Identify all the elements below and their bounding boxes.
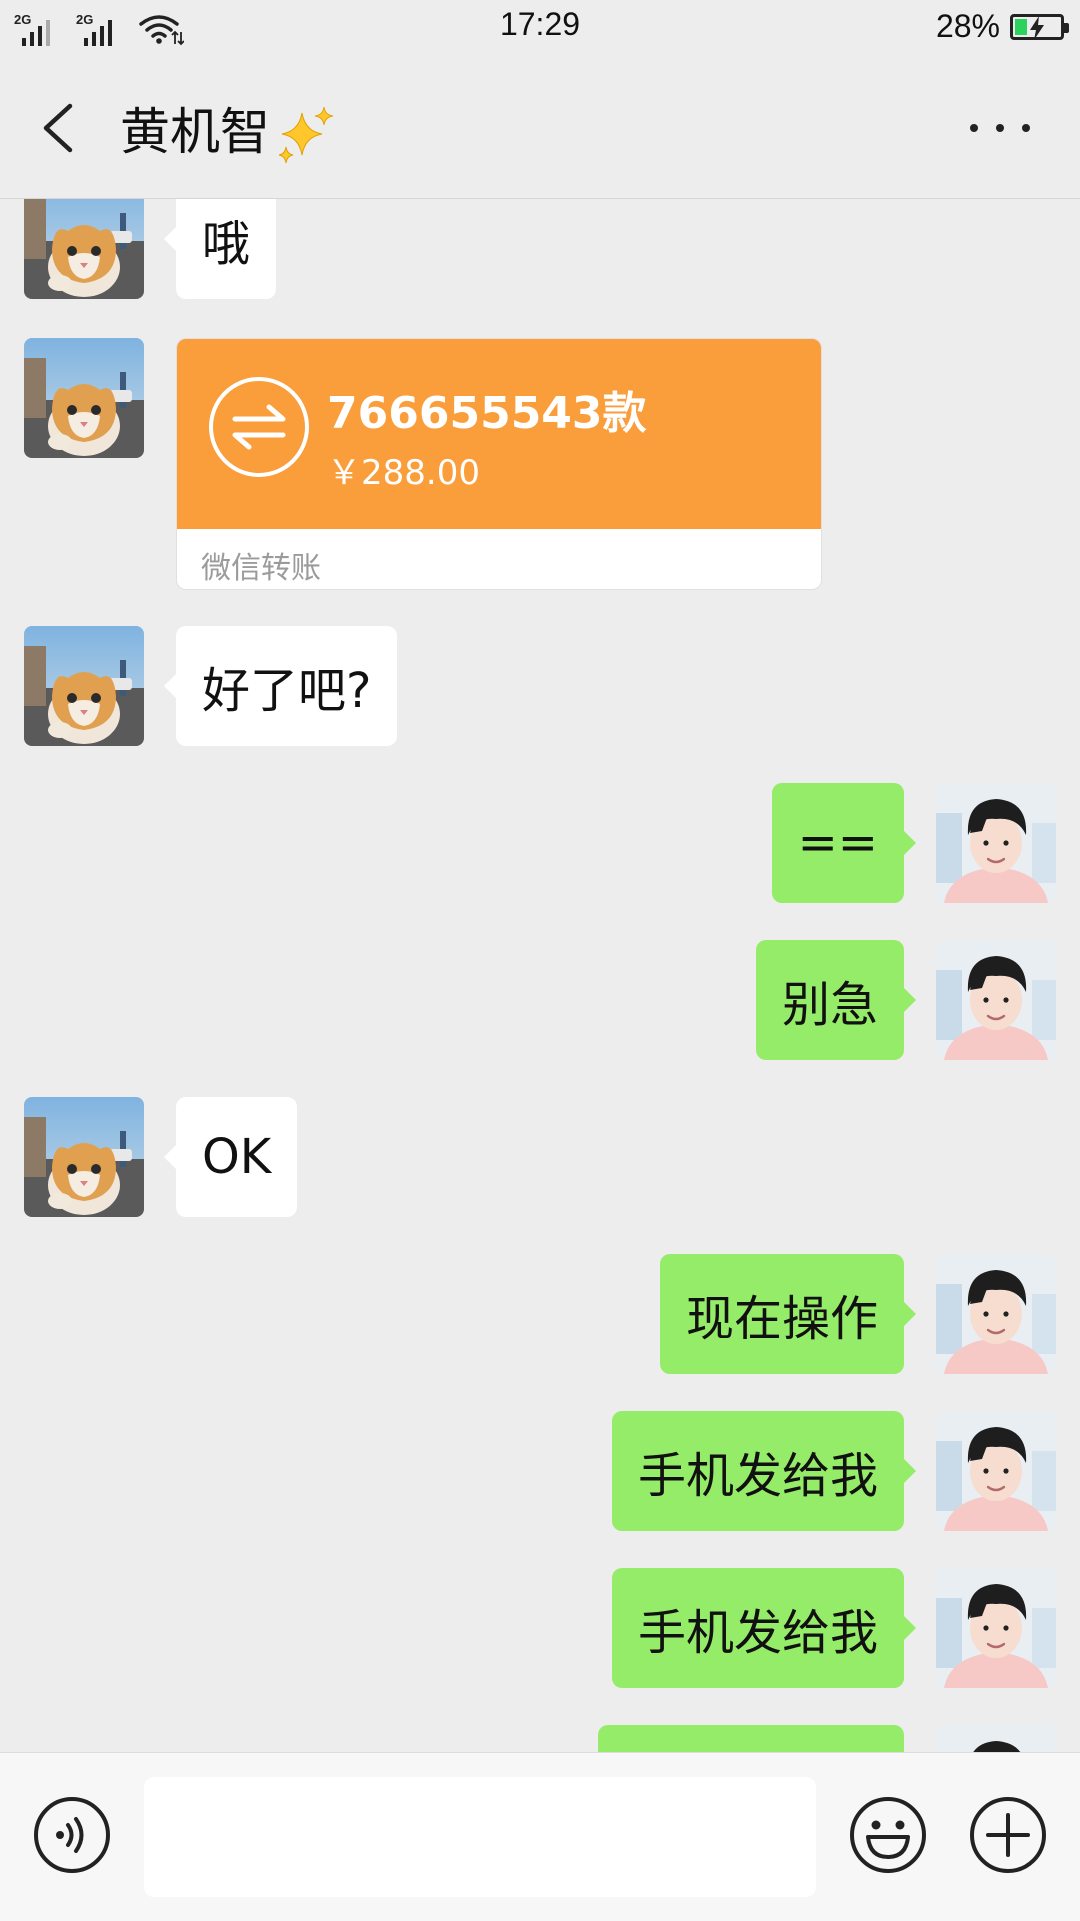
emoji-icon[interactable] (848, 1795, 928, 1875)
message-bubble[interactable]: == (771, 783, 917, 903)
chevron-left-icon[interactable] (36, 98, 84, 158)
charging-bolt-icon (1030, 15, 1044, 40)
input-bar (0, 1752, 1080, 1921)
chat-title[interactable]: 黄机智 (120, 92, 338, 167)
transfer-card[interactable]: 766655543款 ￥288.00 微信转账 (176, 338, 822, 590)
sparkles-emoji-icon (278, 106, 334, 163)
message-bubble[interactable]: 好了吧? (163, 626, 398, 746)
transfer-note: 766655543款 (327, 388, 647, 439)
battery-area: 28% (935, 8, 1069, 45)
message-bubble[interactable] (598, 1725, 904, 1752)
message-bubble[interactable]: 现在操作 (659, 1254, 917, 1374)
message-input[interactable] (144, 1777, 816, 1897)
battery-level-fill (1015, 18, 1027, 35)
cat-avatar[interactable] (24, 338, 144, 458)
transfer-label: 微信转账 (201, 551, 321, 586)
message-bubble[interactable]: 手机发给我 (611, 1568, 917, 1688)
more-dots-icon[interactable] (970, 118, 1030, 138)
clock: 17:29 (499, 6, 581, 42)
boy-avatar[interactable] (936, 1254, 1056, 1374)
transfer-amount: ￥288.00 (327, 453, 480, 493)
status-bar: 2G 2G 17:29 28% (0, 0, 1080, 56)
message-bubble[interactable]: 手机发给我 (611, 1411, 917, 1531)
message-list[interactable]: 哦 766655543款 ￥288.00 微信转账 好了吧? == 别急 OK … (0, 199, 1080, 1752)
boy-avatar[interactable] (936, 1568, 1056, 1688)
voice-icon[interactable] (32, 1795, 112, 1875)
boy-avatar[interactable] (936, 940, 1056, 1060)
message-bubble[interactable]: 哦 (163, 199, 277, 299)
cat-avatar[interactable] (24, 626, 144, 746)
cat-avatar[interactable] (24, 199, 144, 299)
battery-icon (1010, 13, 1069, 40)
contact-name: 黄机智 (120, 103, 270, 161)
message-bubble[interactable]: 别急 (755, 940, 917, 1060)
transfer-arrows-icon (209, 377, 309, 477)
chat-header: 黄机智 (0, 56, 1080, 199)
boy-avatar[interactable] (936, 783, 1056, 903)
battery-percent: 28% (935, 8, 1000, 44)
transfer-card-header: 766655543款 ￥288.00 (177, 339, 821, 529)
boy-avatar[interactable] (936, 1411, 1056, 1531)
boy-avatar[interactable] (936, 1725, 1056, 1752)
plus-icon[interactable] (968, 1795, 1048, 1875)
cat-avatar[interactable] (24, 1097, 144, 1217)
message-bubble[interactable]: OK (163, 1097, 298, 1217)
